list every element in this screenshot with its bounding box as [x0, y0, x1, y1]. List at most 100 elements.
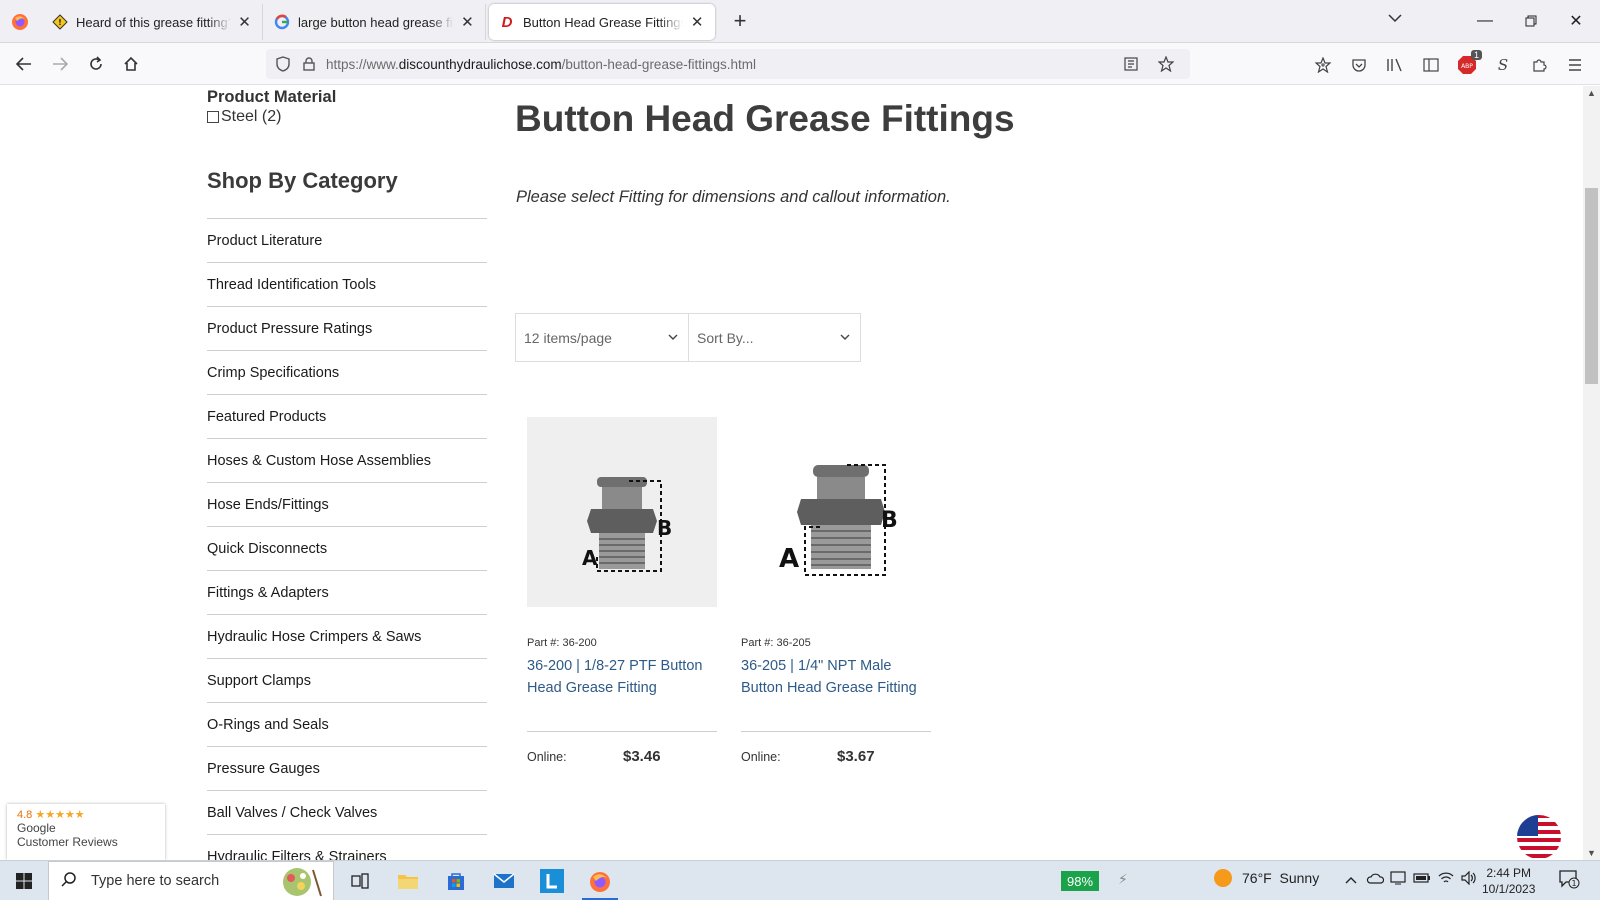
category-list: Product Literature Thread Identification… — [207, 218, 487, 860]
sort-by-value: Sort By... — [697, 329, 754, 346]
search-icon — [61, 871, 77, 892]
sidebar-icon[interactable] — [1418, 52, 1444, 78]
category-item[interactable]: Hydraulic Hose Crimpers & Saws — [207, 614, 487, 658]
file-explorer-icon[interactable] — [390, 865, 426, 897]
chevron-down-icon — [840, 332, 850, 344]
list-all-tabs-icon[interactable] — [1388, 10, 1402, 26]
lock-icon[interactable] — [296, 51, 322, 77]
chevron-down-icon — [668, 332, 678, 344]
charging-icon: ⚡ — [1118, 871, 1128, 887]
reader-view-icon[interactable] — [1118, 51, 1144, 77]
tab-bar: ! Heard of this grease fitting? - Tr ✕ l… — [0, 0, 1600, 43]
windows-start-icon[interactable] — [6, 865, 42, 897]
adblock-plus-icon[interactable]: ABP 1 — [1454, 50, 1482, 78]
shop-by-category-heading: Shop By Category — [207, 168, 398, 193]
taskbar-search-box[interactable]: Type here to search — [48, 861, 334, 900]
scroll-up-icon[interactable]: ▲ — [1583, 88, 1600, 98]
show-hidden-icons[interactable] — [1345, 871, 1357, 887]
url-text[interactable]: https://www.discounthydraulichose.com/bu… — [326, 57, 756, 72]
task-view-icon[interactable] — [342, 865, 378, 897]
weather-widget[interactable]: 76°F Sunny — [1214, 869, 1319, 887]
l-app-icon[interactable] — [534, 865, 570, 897]
page-content: Product Material Steel (2) Shop By Categ… — [0, 86, 1583, 860]
address-bar[interactable]: https://www.discounthydraulichose.com/bu… — [266, 49, 1190, 79]
category-item[interactable]: Crimp Specifications — [207, 350, 487, 394]
firefox-taskbar-icon[interactable] — [582, 865, 618, 900]
tracking-protection-icon[interactable] — [270, 51, 296, 77]
category-item[interactable]: Hoses & Custom Hose Assemblies — [207, 438, 487, 482]
scroll-down-icon[interactable]: ▼ — [1583, 848, 1600, 858]
category-item[interactable]: Thread Identification Tools — [207, 262, 487, 306]
price: $3.46 — [623, 748, 661, 765]
google-reviews-badge[interactable]: 4.8 ★★★★★ Google Customer Reviews — [7, 804, 165, 860]
svg-text:A: A — [582, 546, 598, 570]
clock-date: 10/1/2023 — [1482, 882, 1536, 896]
page-scrollbar[interactable]: ▲ ▼ — [1583, 86, 1600, 860]
tab-grease-fitting-forum[interactable]: ! Heard of this grease fitting? - Tr ✕ — [42, 4, 263, 40]
mail-icon[interactable] — [486, 865, 522, 897]
tab-close-icon[interactable]: ✕ — [460, 13, 475, 31]
site-d-icon: D — [501, 13, 513, 31]
product-image[interactable]: A B — [741, 417, 931, 607]
category-item[interactable]: Ball Valves / Check Valves — [207, 790, 487, 834]
reload-button[interactable] — [82, 51, 110, 77]
close-window-button[interactable]: ✕ — [1561, 8, 1591, 34]
firefox-view-icon[interactable] — [8, 10, 32, 34]
category-item[interactable]: Fittings & Adapters — [207, 570, 487, 614]
back-button[interactable] — [10, 51, 38, 77]
product-name-link[interactable]: 36-205 | 1/4" NPT Male Button Head Greas… — [741, 655, 931, 699]
product-card[interactable]: A B Part #: 36-205 36-205 | 1/4" NPT Mal… — [741, 417, 931, 765]
category-item[interactable]: Hose Ends/Fittings — [207, 482, 487, 526]
tab-close-icon[interactable]: ✕ — [689, 13, 705, 31]
new-tab-button[interactable]: + — [728, 9, 752, 33]
s-extension-icon[interactable]: S — [1490, 52, 1516, 78]
tab-title: large button head grease fitting — [298, 14, 454, 30]
restore-button[interactable] — [1516, 8, 1546, 34]
category-item[interactable]: Hydraulic Filters & Strainers — [207, 834, 487, 860]
tab-google-search[interactable]: large button head grease fitting ✕ — [264, 4, 486, 40]
bookmark-star-icon[interactable] — [1153, 51, 1179, 77]
onedrive-icon[interactable] — [1366, 871, 1385, 887]
svg-text:ABP: ABP — [1461, 63, 1473, 70]
search-placeholder: Type here to search — [91, 873, 220, 889]
steel-checkbox[interactable] — [207, 111, 219, 123]
notification-center-icon[interactable]: 1 — [1558, 869, 1580, 892]
app-menu-icon[interactable] — [1562, 52, 1588, 78]
library-icon[interactable] — [1382, 52, 1408, 78]
tab-close-icon[interactable]: ✕ — [237, 13, 252, 31]
minimize-button[interactable]: — — [1470, 8, 1500, 34]
category-item[interactable]: Product Pressure Ratings — [207, 306, 487, 350]
wifi-icon[interactable] — [1438, 871, 1454, 888]
tab-title: Heard of this grease fitting? - Tr — [76, 14, 231, 30]
save-to-collection-icon[interactable] — [1310, 52, 1336, 78]
us-flag-icon[interactable] — [1516, 814, 1562, 860]
pocket-icon[interactable] — [1346, 52, 1372, 78]
product-material-heading: Product Material — [207, 88, 337, 106]
extensions-icon[interactable] — [1526, 52, 1552, 78]
device-icon[interactable] — [1390, 871, 1406, 888]
category-item[interactable]: Featured Products — [207, 394, 487, 438]
weather-text: 76°F Sunny — [1242, 870, 1320, 886]
scrollbar-thumb[interactable] — [1585, 188, 1598, 384]
volume-icon[interactable] — [1461, 870, 1477, 888]
forward-button[interactable] — [46, 51, 74, 77]
tab-button-head-grease-fittings[interactable]: D Button Head Grease Fittings: Di ✕ — [489, 4, 715, 40]
home-button[interactable] — [117, 51, 145, 77]
category-item[interactable]: Quick Disconnects — [207, 526, 487, 570]
review-source: Google — [17, 821, 56, 835]
system-clock[interactable]: 2:44 PM 10/1/2023 — [1482, 865, 1535, 897]
sort-by-select[interactable]: Sort By... — [688, 314, 860, 361]
category-item[interactable]: O-Rings and Seals — [207, 702, 487, 746]
category-item[interactable]: Support Clamps — [207, 658, 487, 702]
steel-filter-option[interactable]: Steel (2) — [207, 108, 281, 126]
product-card[interactable]: A B Part #: 36-200 36-200 | 1/8-27 PTF B… — [527, 417, 717, 765]
category-item[interactable]: Product Literature — [207, 218, 487, 262]
product-name-link[interactable]: 36-200 | 1/8-27 PTF Button Head Grease F… — [527, 655, 717, 699]
battery-tray-icon[interactable] — [1413, 871, 1431, 887]
battery-indicator[interactable]: 98% — [1061, 871, 1100, 891]
category-item[interactable]: Pressure Gauges — [207, 746, 487, 790]
product-image[interactable]: A B — [527, 417, 717, 607]
microsoft-store-icon[interactable] — [438, 865, 474, 897]
svg-text:B: B — [657, 516, 672, 540]
items-per-page-select[interactable]: 12 items/page — [516, 314, 688, 361]
